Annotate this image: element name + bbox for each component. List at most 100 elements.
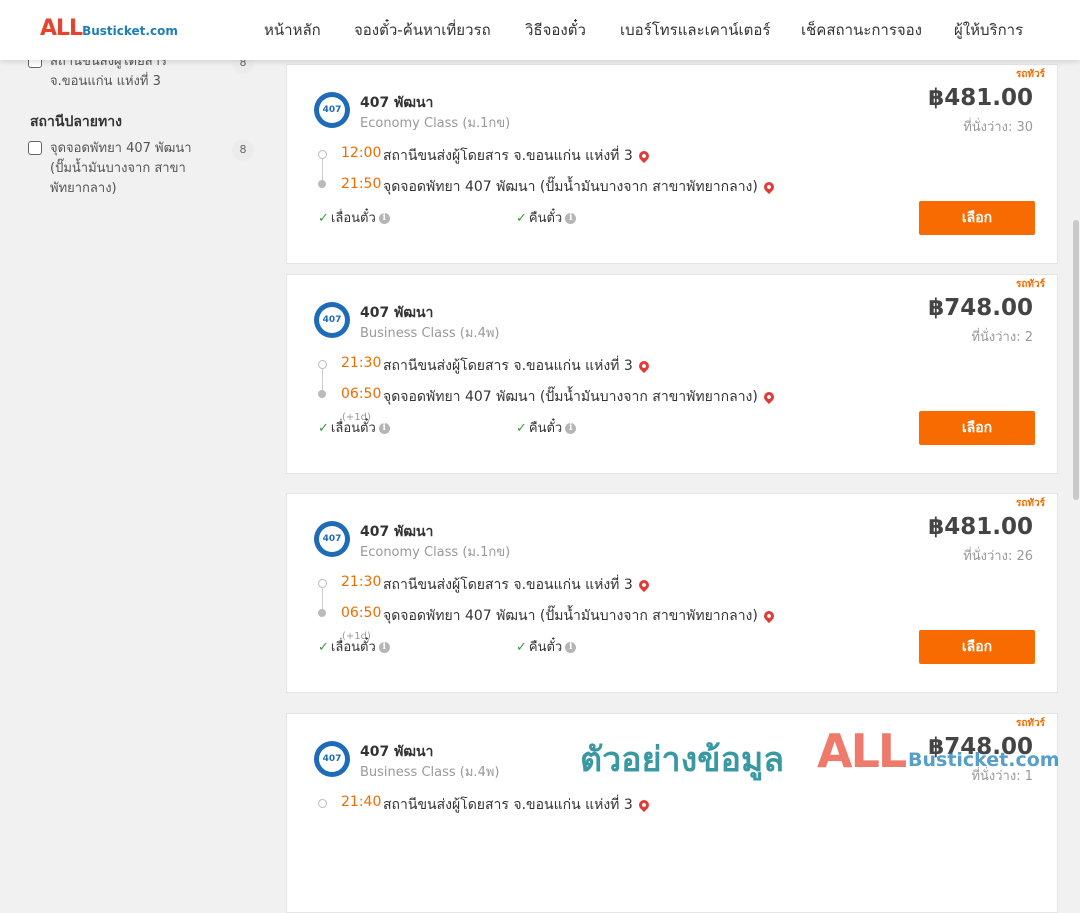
arrival-station-name: จุดจอดพัทยา 407 พัฒนา (ปั๊มน้ำมันบางจาก … <box>383 389 758 405</box>
departure-station-name: สถานีขนส่งผู้โดยสาร จ.ขอนแก่น แห่งที่ 3 <box>383 358 633 374</box>
operator-name: 407 พัฒนา <box>360 95 434 111</box>
bus-type-tag: รถทัวร์ <box>1015 69 1045 80</box>
check-icon: ✓ <box>516 421 527 436</box>
location-pin-icon[interactable] <box>761 389 776 405</box>
departure-station-name: สถานีขนส่งผู้โดยสาร จ.ขอนแก่น แห่งที่ 3 <box>383 148 633 164</box>
bus-type-tag: รถทัวร์ <box>1015 718 1045 729</box>
info-icon[interactable]: i <box>378 642 390 653</box>
check-icon: ✓ <box>318 640 329 655</box>
feature-change-ticket: ✓ เลื่อนตั๋ว i <box>318 207 390 228</box>
filter-sidebar: สถานีขนส่งผู้โดยสาร จ.ขอนแก่น แห่งที่ 3 … <box>0 0 270 800</box>
page-scrollbar[interactable] <box>1072 60 1080 800</box>
feature-refund-ticket: ✓ คืนตั๋ว i <box>516 417 577 438</box>
select-trip-button[interactable]: เลือก <box>919 201 1035 235</box>
operator-name: 407 พัฒนา <box>360 744 434 760</box>
site-logo[interactable]: ALLBusticket.com <box>40 16 178 41</box>
logo-accent: ALL <box>40 16 83 41</box>
ticket-price: ฿481.00 <box>928 85 1033 111</box>
nav-operators[interactable]: ผู้ให้บริการ <box>954 0 1023 60</box>
timeline-end-dot <box>318 180 326 188</box>
watermark-text: ตัวอย่างข้อมูล <box>580 740 785 780</box>
timeline-line <box>322 159 323 182</box>
location-pin-icon[interactable] <box>761 608 776 624</box>
info-icon[interactable]: i <box>378 423 390 434</box>
select-trip-button[interactable]: เลือก <box>919 411 1035 445</box>
ticket-price: ฿748.00 <box>928 295 1033 321</box>
filter-destination-label: จุดจอดพัทยา 407 พัฒนา (ปั๊มน้ำมันบางจาก … <box>50 141 192 196</box>
departure-station-name: สถานีขนส่งผู้โดยสาร จ.ขอนแก่น แห่งที่ 3 <box>383 797 633 813</box>
check-icon: ✓ <box>516 211 527 226</box>
watermark-logo-accent: ALL <box>817 724 907 778</box>
bus-class: Economy Class (ม.1กข) <box>360 545 511 560</box>
nav-booking-search[interactable]: จองตั๋ว-ค้นหาเที่ยวรถ <box>354 0 491 60</box>
bus-class: Economy Class (ม.1กข) <box>360 116 511 131</box>
seats-available: ที่นั่งว่าง: 30 <box>963 120 1033 135</box>
departure-station: สถานีขนส่งผู้โดยสาร จ.ขอนแก่น แห่งที่ 3 <box>383 574 651 596</box>
location-pin-icon[interactable] <box>636 358 651 374</box>
site-header: ALLBusticket.com หน้าหลัก จองตั๋ว-ค้นหาเ… <box>0 0 1080 60</box>
info-icon[interactable]: i <box>378 213 390 224</box>
timeline-start-dot <box>318 360 327 369</box>
operator-name: 407 พัฒนา <box>360 305 434 321</box>
bus-type-tag: รถทัวร์ <box>1015 498 1045 509</box>
timeline-end-dot <box>318 390 326 398</box>
timeline-start-dot <box>318 579 327 588</box>
arrival-time: 06:50 <box>341 605 382 621</box>
nav-check-booking[interactable]: เช็คสถานะการจอง <box>801 0 922 60</box>
timeline-line <box>322 369 323 392</box>
location-pin-icon[interactable] <box>636 148 651 164</box>
logo-text: Busticket.com <box>82 24 178 38</box>
trip-card: รถทัวร์ 407 407 พัฒนา Economy Class (ม.1… <box>286 493 1058 693</box>
departure-station: สถานีขนส่งผู้โดยสาร จ.ขอนแก่น แห่งที่ 3 <box>383 145 651 167</box>
filter-destination-count: 8 <box>232 139 254 161</box>
info-icon[interactable]: i <box>565 423 577 434</box>
feature-label: เลื่อนตั๋ว <box>330 211 376 226</box>
feature-change-ticket: ✓ เลื่อนตั๋ว i <box>318 636 390 657</box>
departure-time: 21:30 <box>341 574 382 590</box>
info-icon[interactable]: i <box>565 213 577 224</box>
operator-logo-icon: 407 <box>314 521 350 557</box>
arrival-station-name: จุดจอดพัทยา 407 พัฒนา (ปั๊มน้ำมันบางจาก … <box>383 179 758 195</box>
nav-how-to-book[interactable]: วิธีจองตั๋ว <box>525 0 586 60</box>
nav-phone-counters[interactable]: เบอร์โทรและเคาน์เตอร์ <box>620 0 770 60</box>
location-pin-icon[interactable] <box>636 577 651 593</box>
timeline-end-dot <box>318 609 326 617</box>
info-icon[interactable]: i <box>565 642 577 653</box>
departure-time: 21:30 <box>341 355 382 371</box>
bus-class: Business Class (ม.4พ) <box>360 765 500 780</box>
departure-time: 21:40 <box>341 794 382 810</box>
timeline-line <box>322 588 323 611</box>
operator-name: 407 พัฒนา <box>360 524 434 540</box>
location-pin-icon[interactable] <box>636 797 651 813</box>
checkbox-icon[interactable] <box>28 141 42 155</box>
feature-label: คืนตั๋ว <box>528 421 563 436</box>
departure-station-name: สถานีขนส่งผู้โดยสาร จ.ขอนแก่น แห่งที่ 3 <box>383 577 633 593</box>
arrival-station: จุดจอดพัทยา 407 พัฒนา (ปั๊มน้ำมันบางจาก … <box>383 386 776 408</box>
arrival-station-name: จุดจอดพัทยา 407 พัฒนา (ปั๊มน้ำมันบางจาก … <box>383 608 758 624</box>
timeline-start-dot <box>318 150 327 159</box>
departure-time: 12:00 <box>341 145 382 161</box>
departure-station: สถานีขนส่งผู้โดยสาร จ.ขอนแก่น แห่งที่ 3 <box>383 355 651 377</box>
check-icon: ✓ <box>318 421 329 436</box>
feature-label: คืนตั๋ว <box>528 640 563 655</box>
feature-label: เลื่อนตั๋ว <box>330 640 376 655</box>
operator-logo-icon: 407 <box>314 741 350 777</box>
bus-type-tag: รถทัวร์ <box>1015 279 1045 290</box>
trip-card: รถทัวร์ 407 407 พัฒนา Economy Class (ม.1… <box>286 64 1058 264</box>
bus-class: Business Class (ม.4พ) <box>360 326 500 341</box>
select-trip-button[interactable]: เลือก <box>919 630 1035 664</box>
nav-home[interactable]: หน้าหลัก <box>264 0 321 60</box>
location-pin-icon[interactable] <box>761 179 776 195</box>
arrival-station: จุดจอดพัทยา 407 พัฒนา (ปั๊มน้ำมันบางจาก … <box>383 605 776 627</box>
destination-filter-title: สถานีปลายทาง <box>30 114 122 130</box>
check-icon: ✓ <box>516 640 527 655</box>
scrollbar-thumb[interactable] <box>1073 220 1079 500</box>
feature-label: คืนตั๋ว <box>528 211 563 226</box>
arrival-station: จุดจอดพัทยา 407 พัฒนา (ปั๊มน้ำมันบางจาก … <box>383 176 776 198</box>
timeline-start-dot <box>318 799 327 808</box>
arrival-time: 21:50 <box>341 176 382 192</box>
trip-card: รถทัวร์ 407 407 พัฒนา Business Class (ม.… <box>286 274 1058 474</box>
seats-available: ที่นั่งว่าง: 2 <box>971 330 1033 345</box>
feature-refund-ticket: ✓ คืนตั๋ว i <box>516 636 577 657</box>
feature-change-ticket: ✓ เลื่อนตั๋ว i <box>318 417 390 438</box>
